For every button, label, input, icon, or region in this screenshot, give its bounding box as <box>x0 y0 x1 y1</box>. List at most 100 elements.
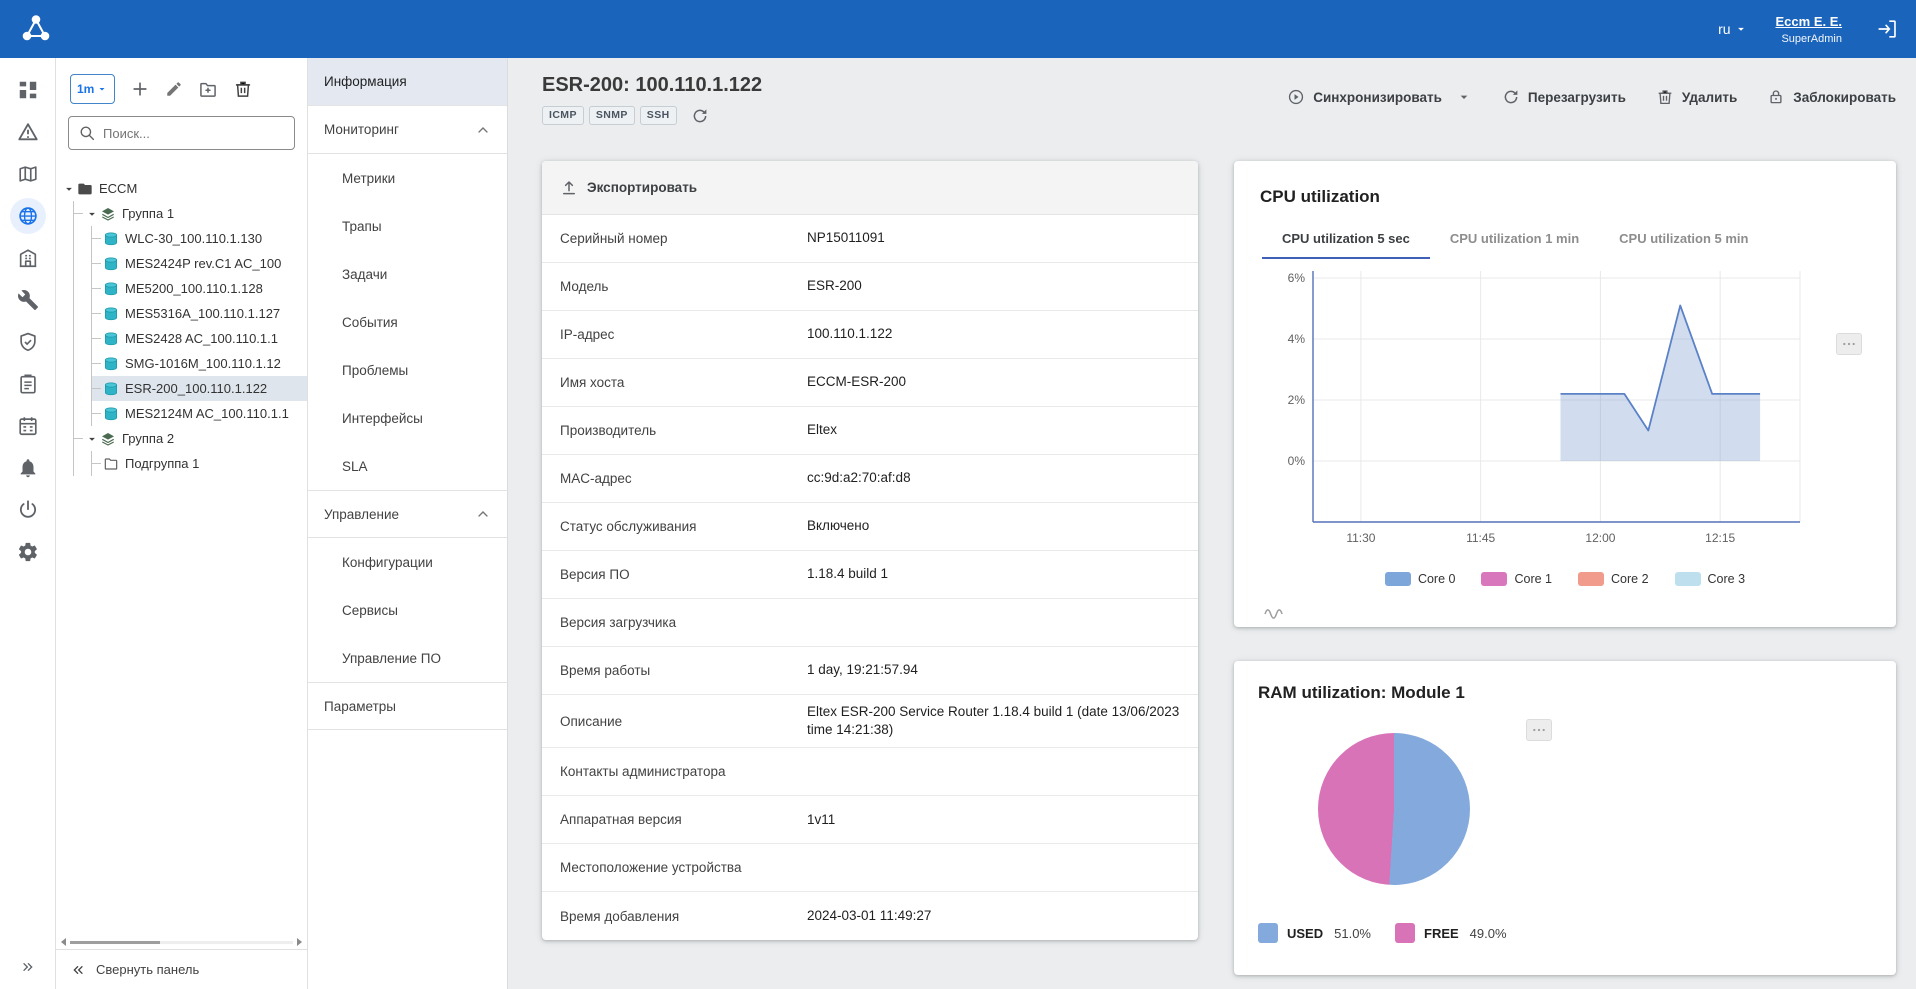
menu-item-3[interactable]: Трапы <box>308 202 507 250</box>
menu-item-10[interactable]: Конфигурации <box>308 538 507 586</box>
search-input[interactable] <box>103 126 285 141</box>
nav-organizations[interactable] <box>10 240 46 276</box>
cpu-tab-0[interactable]: CPU utilization 5 sec <box>1262 219 1430 259</box>
nav-map[interactable] <box>10 156 46 192</box>
nav-tasks[interactable] <box>10 366 46 402</box>
menu-item-13[interactable]: Параметры <box>308 682 507 730</box>
tree-device[interactable]: MES2428 AC_100.110.1.1 <box>92 326 307 351</box>
user-menu-link[interactable]: Eccm E. E. <box>1776 14 1842 29</box>
legend-core-0[interactable]: Core 0 <box>1385 572 1456 586</box>
tree-device[interactable]: WLC-30_100.110.1.130 <box>92 226 307 251</box>
menu-item-label: События <box>342 315 398 330</box>
menu-item-12[interactable]: Управление ПО <box>308 634 507 682</box>
nav-tools[interactable] <box>10 282 46 318</box>
menu-item-8[interactable]: SLA <box>308 442 507 490</box>
nav-alerts[interactable] <box>10 114 46 150</box>
tree-device[interactable]: MES2424P rev.C1 AC_100 <box>92 251 307 276</box>
menu-item-7[interactable]: Интерфейсы <box>308 394 507 442</box>
synchronize-button[interactable]: Синхронизировать <box>1287 88 1442 106</box>
legend-core-2[interactable]: Core 2 <box>1578 572 1649 586</box>
cpu-tab-1[interactable]: CPU utilization 1 min <box>1430 219 1599 259</box>
scrollbar-track[interactable] <box>70 941 293 944</box>
legend-swatch <box>1578 572 1604 586</box>
scrollbar-thumb[interactable] <box>70 941 160 944</box>
language-selector[interactable]: ru <box>1718 21 1747 37</box>
info-row-value: 2024-03-01 11:49:27 <box>807 899 931 933</box>
block-label: Заблокировать <box>1793 90 1896 105</box>
edit-button[interactable] <box>165 80 183 98</box>
nav-settings[interactable] <box>10 534 46 570</box>
svg-text:12:00: 12:00 <box>1585 531 1615 545</box>
protocol-badge: SNMP <box>589 106 635 125</box>
menu-item-6[interactable]: Проблемы <box>308 346 507 394</box>
nav-notifications[interactable] <box>10 450 46 486</box>
block-device-button[interactable]: Заблокировать <box>1767 88 1896 106</box>
tree-connector <box>92 313 101 314</box>
delete-tree-item-button[interactable] <box>233 79 253 99</box>
info-table: Серийный номерNP15011091МодельESR-200IP-… <box>542 215 1198 940</box>
info-row-label: Версия загрузчика <box>560 615 807 630</box>
legend-core-3[interactable]: Core 3 <box>1675 572 1746 586</box>
info-row: Имя хостаECCM-ESR-200 <box>542 359 1198 407</box>
tree-label: SMG-1016M_100.110.1.12 <box>125 356 281 371</box>
scroll-left-arrow-icon[interactable] <box>61 938 66 946</box>
menu-item-0[interactable]: Информация <box>308 58 507 106</box>
info-row: Версия загрузчика <box>542 599 1198 647</box>
cpu-tab-2[interactable]: CPU utilization 5 min <box>1599 219 1768 259</box>
tree-group[interactable]: Группа 1 <box>74 201 307 226</box>
tree-connector <box>74 213 83 214</box>
eccm-logo-icon[interactable] <box>18 11 54 47</box>
tree-device[interactable]: SMG-1016M_100.110.1.12 <box>92 351 307 376</box>
ram-legend-used[interactable]: USED51.0% <box>1258 923 1371 943</box>
nav-dashboard[interactable] <box>10 72 46 108</box>
legend-swatch <box>1481 572 1507 586</box>
export-button[interactable]: Экспортировать <box>560 179 697 197</box>
nav-scheduler[interactable] <box>10 408 46 444</box>
tree-device[interactable]: MES5316A_100.110.1.127 <box>92 301 307 326</box>
scroll-right-arrow-icon[interactable] <box>297 938 302 946</box>
menu-item-11[interactable]: Сервисы <box>308 586 507 634</box>
nav-administration[interactable] <box>10 324 46 360</box>
collapse-panel-button[interactable]: Свернуть панель <box>56 949 307 989</box>
logout-button[interactable] <box>1876 18 1898 40</box>
legend-core-1[interactable]: Core 1 <box>1481 572 1552 586</box>
content-area: Экспортировать Серийный номерNP15011091М… <box>542 161 1896 975</box>
ram-legend-free[interactable]: FREE49.0% <box>1395 923 1507 943</box>
delete-device-button[interactable]: Удалить <box>1656 88 1737 106</box>
expand-rail-button[interactable] <box>0 959 55 975</box>
nav-devices[interactable] <box>10 198 46 234</box>
tree-device[interactable]: ME5200_100.110.1.128 <box>92 276 307 301</box>
tree-device[interactable]: ESR-200_100.110.1.122 <box>92 376 307 401</box>
add-device-button[interactable] <box>130 79 150 99</box>
menu-item-1[interactable]: Мониторинг <box>308 106 507 154</box>
chart-menu-button[interactable] <box>1526 719 1552 741</box>
info-row-value: ESR-200 <box>807 269 862 303</box>
plus-icon <box>130 79 150 99</box>
tree-label: ESR-200_100.110.1.122 <box>125 381 267 396</box>
menu-item-9[interactable]: Управление <box>308 490 507 538</box>
synchronize-menu-button[interactable] <box>1456 89 1472 105</box>
tree-connector <box>92 463 101 464</box>
chart-menu-button[interactable] <box>1836 333 1862 355</box>
chevrons-right-icon <box>20 959 36 975</box>
reboot-button[interactable]: Перезагрузить <box>1502 88 1626 106</box>
add-group-button[interactable] <box>198 79 218 99</box>
legend-label: Core 2 <box>1611 572 1649 586</box>
menu-item-4[interactable]: Задачи <box>308 250 507 298</box>
tree-horizontal-scrollbar[interactable] <box>56 935 307 949</box>
nav-availability[interactable] <box>10 492 46 528</box>
tree-group[interactable]: Группа 2 <box>74 426 307 451</box>
menu-item-5[interactable]: События <box>308 298 507 346</box>
tree-root[interactable]: ECCM <box>56 176 307 201</box>
protocol-badge: SSH <box>640 106 677 125</box>
legend-swatch <box>1675 572 1701 586</box>
tree-label: ME5200_100.110.1.128 <box>125 281 263 296</box>
datazoom-icon[interactable] <box>1262 603 1288 619</box>
menu-item-2[interactable]: Метрики <box>308 154 507 202</box>
tree-device[interactable]: MES2124M AC_100.110.1.1 <box>92 401 307 426</box>
ram-pie-chart <box>1318 733 1470 885</box>
polling-interval-dropdown[interactable]: 1m <box>70 74 115 104</box>
chevron-up-icon <box>475 506 491 522</box>
tree-subgroup[interactable]: Подгруппа 1 <box>92 451 307 476</box>
refresh-status-button[interactable] <box>691 107 709 125</box>
